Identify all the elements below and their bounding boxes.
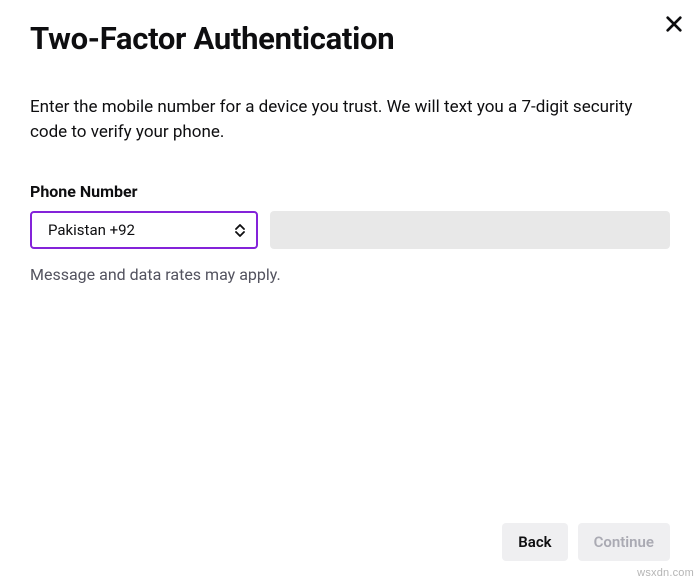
close-icon xyxy=(665,15,683,33)
modal-title: Two-Factor Authentication xyxy=(30,20,670,57)
phone-label: Phone Number xyxy=(30,182,670,201)
two-factor-modal: Two-Factor Authentication Enter the mobi… xyxy=(0,0,700,583)
modal-footer: Back Continue xyxy=(30,523,670,563)
country-code-select[interactable]: Pakistan +92 xyxy=(30,211,258,249)
phone-input-row: Pakistan +92 xyxy=(30,211,670,249)
continue-button[interactable]: Continue xyxy=(578,523,670,561)
phone-number-input[interactable] xyxy=(270,211,670,249)
close-button[interactable] xyxy=(662,12,686,36)
back-button[interactable]: Back xyxy=(502,523,567,561)
modal-description: Enter the mobile number for a device you… xyxy=(30,95,670,144)
helper-text: Message and data rates may apply. xyxy=(30,265,670,284)
spacer xyxy=(30,284,670,523)
watermark-text: wsxdn.com xyxy=(637,567,694,579)
country-select-wrap: Pakistan +92 xyxy=(30,211,258,249)
